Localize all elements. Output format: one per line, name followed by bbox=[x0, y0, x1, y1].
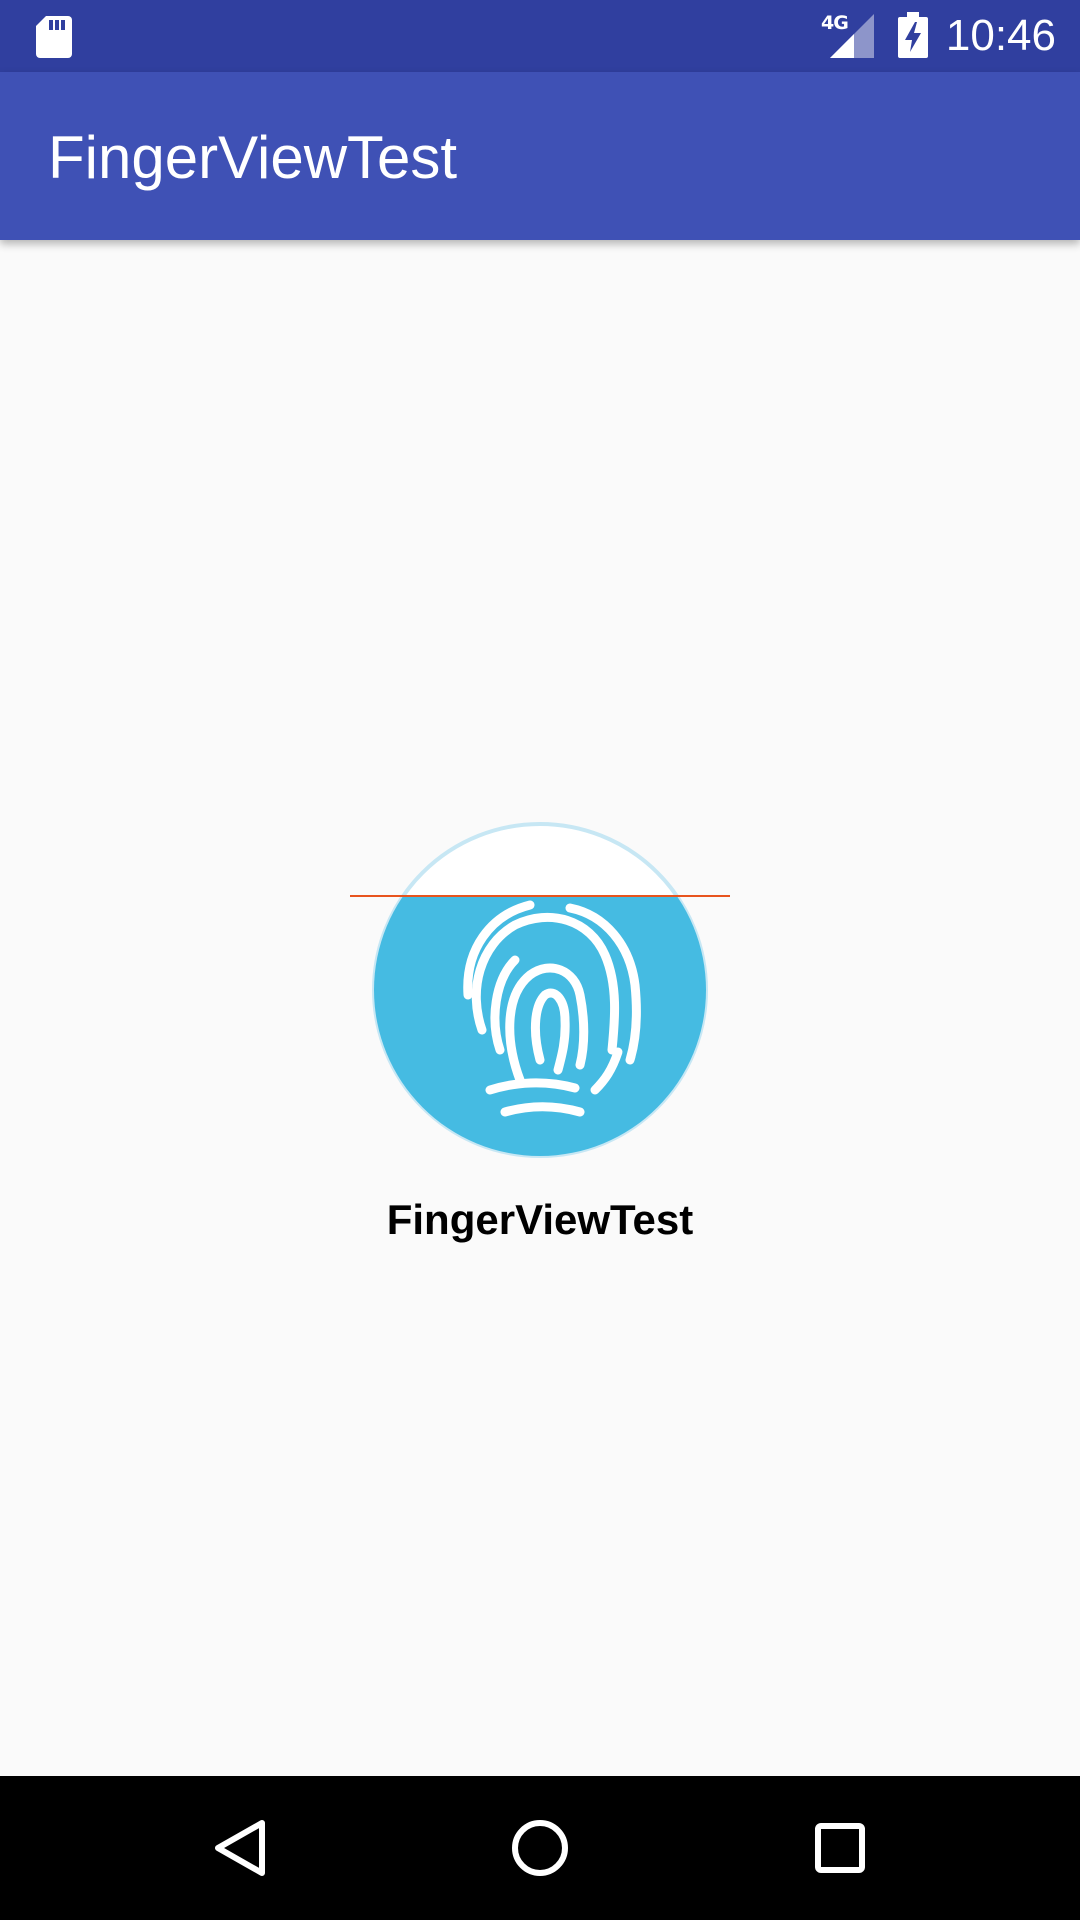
back-icon[interactable] bbox=[190, 1798, 290, 1898]
navigation-bar bbox=[0, 1776, 1080, 1920]
fingerprint-view[interactable] bbox=[340, 790, 740, 1190]
home-icon[interactable] bbox=[490, 1798, 590, 1898]
app-bar: FingerViewTest bbox=[0, 72, 1080, 240]
clock: 10:46 bbox=[945, 11, 1056, 60]
battery-charging-icon bbox=[898, 12, 928, 58]
sd-card-icon bbox=[36, 16, 72, 58]
screen: 4G 10:46 FingerViewTest FingerViewTest bbox=[0, 0, 1080, 1920]
signal-icon bbox=[830, 14, 874, 58]
content-area: FingerViewTest bbox=[0, 240, 1080, 1776]
app-title: FingerViewTest bbox=[48, 124, 458, 191]
status-bar: 4G 10:46 bbox=[0, 0, 1080, 72]
caption-label: FingerViewTest bbox=[386, 1196, 694, 1243]
recents-icon[interactable] bbox=[790, 1798, 890, 1898]
